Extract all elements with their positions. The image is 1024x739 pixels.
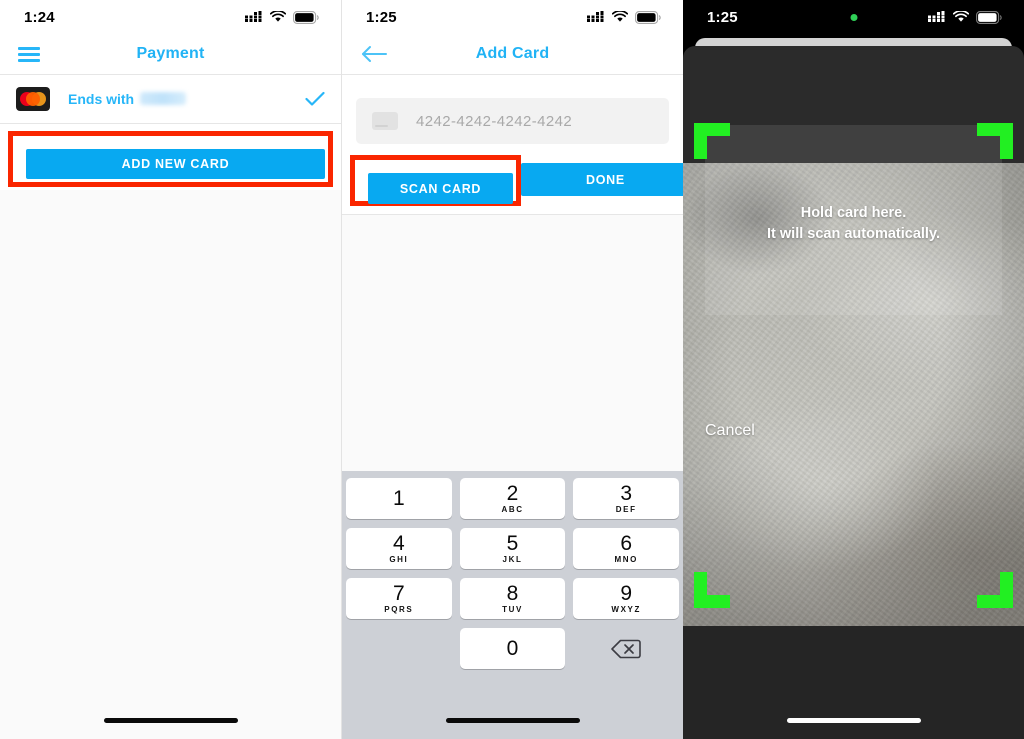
ends-with-text: Ends with [68, 91, 135, 107]
status-time: 1:25 [707, 8, 738, 26]
scan-card-button[interactable]: SCAN CARD [368, 173, 513, 204]
key-number: 0 [506, 636, 519, 660]
battery-icon [293, 10, 319, 24]
key-number: 6 [620, 531, 633, 555]
status-bar-scanner: 1:25 [683, 0, 1024, 34]
key-number: 8 [506, 581, 519, 605]
credit-card-icon [372, 112, 398, 130]
card-row-divider [0, 123, 341, 124]
card-ends-with-label: Ends with [68, 91, 187, 107]
home-indicator [103, 718, 238, 723]
status-time: 1:25 [366, 8, 397, 26]
key-2[interactable]: 2 ABC [459, 478, 566, 519]
battery-icon [976, 10, 1002, 24]
cellular-icon [928, 11, 945, 22]
keypad-row: 4 GHI 5 JKL 6 MNO [346, 528, 680, 569]
nav-bar-payment: Payment [0, 34, 341, 74]
key-5[interactable]: 5 JKL [459, 528, 566, 569]
bracket-top-left-icon [694, 123, 730, 159]
key-letters: GHI [389, 554, 409, 564]
numeric-keypad: 1 2 ABC 3 DEF 4 GHI 5 JKL 6 MNO 7 PQRS 8… [342, 471, 683, 739]
key-number: 7 [392, 581, 405, 605]
card-scanner-screen: 1:25 Hold card here. It will scan automa… [683, 0, 1024, 739]
cellular-icon [245, 11, 262, 22]
hamburger-line [18, 58, 40, 62]
saved-card-row[interactable]: Ends with [0, 75, 341, 123]
add-card-screen: 1:25 Add Card 4242-4242-4242-4242 SCAN C… [341, 0, 683, 739]
status-icons [587, 10, 661, 24]
backspace-icon[interactable] [573, 628, 679, 669]
key-number: 4 [392, 531, 405, 555]
key-9[interactable]: 9 WXYZ [573, 578, 680, 619]
redacted-digits [140, 92, 187, 105]
key-letters: MNO [614, 554, 638, 564]
bracket-bottom-left-icon [694, 572, 730, 608]
keypad-spacer [346, 628, 452, 669]
key-number: 5 [506, 531, 519, 555]
keypad-row: 0 [346, 628, 679, 669]
home-indicator [445, 718, 580, 723]
mastercard-overlap [26, 92, 40, 106]
hamburger-line [18, 46, 40, 50]
payment-screen: 1:24 Payment Ends with ADD NEW CARD [0, 0, 341, 739]
green-dot-icon [850, 14, 857, 21]
key-8[interactable]: 8 TUV [459, 578, 566, 619]
back-arrow-icon[interactable] [360, 44, 388, 64]
cancel-button[interactable]: Cancel [705, 422, 755, 440]
keypad-row: 7 PQRS 8 TUV 9 WXYZ [346, 578, 680, 619]
scan-card-highlight: SCAN CARD [350, 155, 521, 206]
scan-instruction-line1: Hold card here. [800, 205, 907, 221]
key-4[interactable]: 4 GHI [346, 528, 452, 569]
scan-instruction-line2: It will scan automatically. [767, 226, 940, 242]
done-button[interactable]: DONE [521, 163, 683, 196]
key-number: 3 [620, 481, 633, 505]
status-bar-add-card: 1:25 [342, 0, 683, 34]
home-indicator [786, 718, 921, 723]
key-3[interactable]: 3 DEF [573, 478, 680, 519]
keypad-rows: 1 2 ABC 3 DEF 4 GHI 5 JKL 6 MNO 7 PQRS 8… [342, 471, 683, 669]
key-0[interactable]: 0 [459, 628, 566, 669]
wifi-icon [612, 11, 628, 22]
scan-instruction: Hold card here. It will scan automatical… [683, 203, 1024, 245]
status-bar-payment: 1:24 [0, 0, 341, 34]
key-number: 9 [620, 581, 633, 605]
page-title: Payment [136, 45, 205, 62]
key-letters: ABC [501, 504, 524, 514]
key-6[interactable]: 6 MNO [573, 528, 680, 569]
hamburger-menu-icon[interactable] [18, 46, 40, 62]
key-letters: WXYZ [611, 604, 641, 614]
nav-divider [342, 74, 683, 75]
wifi-icon [953, 11, 969, 22]
status-icons [928, 10, 1002, 24]
key-7[interactable]: 7 PQRS [346, 578, 452, 619]
key-number: 1 [392, 486, 405, 510]
checkmark-icon[interactable] [305, 91, 325, 107]
nav-bar-add-card: Add Card [342, 34, 683, 74]
key-letters: TUV [502, 604, 523, 614]
status-icons [245, 10, 319, 24]
hamburger-line [18, 52, 40, 56]
add-new-card-button[interactable]: ADD NEW CARD [26, 149, 325, 179]
payment-content-area [0, 190, 341, 739]
status-time: 1:24 [24, 8, 55, 26]
wifi-icon [270, 11, 286, 22]
bracket-bottom-right-icon [977, 572, 1013, 608]
key-1[interactable]: 1 [346, 478, 452, 519]
key-letters: JKL [502, 554, 523, 564]
card-number-placeholder: 4242-4242-4242-4242 [416, 112, 573, 130]
page-title: Add Card [475, 45, 550, 62]
key-letters: DEF [615, 504, 637, 514]
key-number: 2 [506, 481, 519, 505]
battery-icon [635, 10, 661, 24]
add-new-card-highlight: ADD NEW CARD [8, 131, 333, 187]
screenshot-root: 1:24 Payment Ends with ADD NEW CARD 1:25… [0, 0, 1024, 739]
keypad-row: 1 2 ABC 3 DEF [346, 478, 680, 519]
mastercard-logo [16, 87, 50, 111]
bracket-top-right-icon [977, 123, 1013, 159]
cellular-icon [587, 11, 604, 22]
card-icon-stripe [375, 125, 388, 127]
key-letters: PQRS [384, 604, 414, 614]
card-number-input[interactable]: 4242-4242-4242-4242 [356, 98, 669, 144]
